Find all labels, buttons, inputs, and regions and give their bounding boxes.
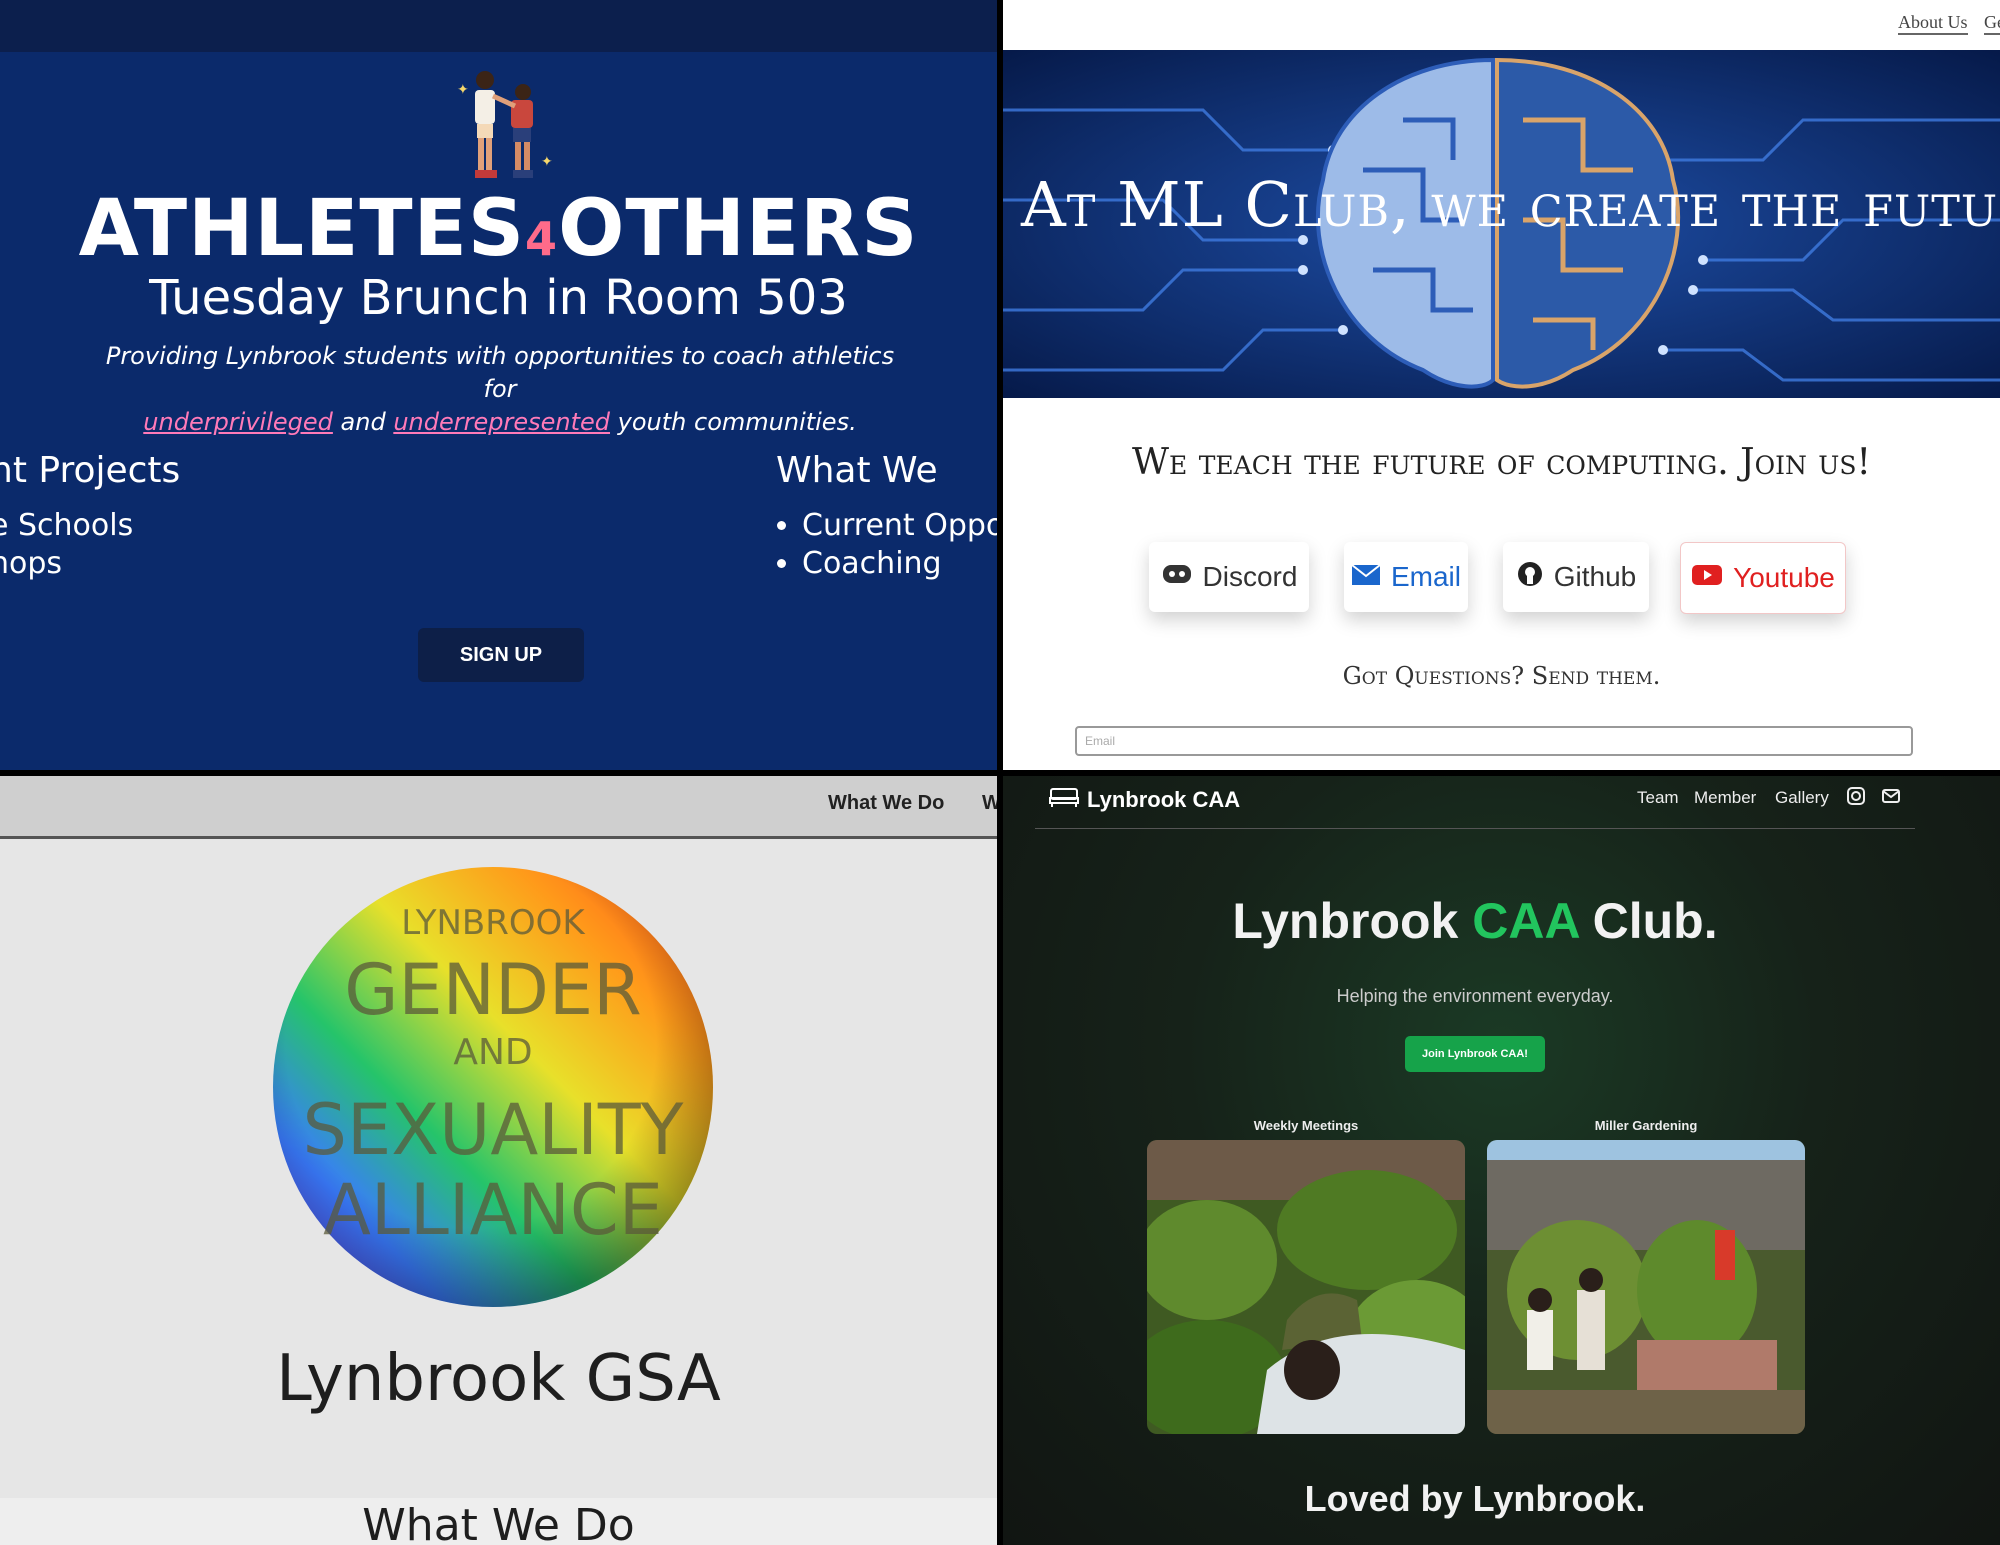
- svg-text:✦: ✦: [457, 81, 469, 97]
- gsa-screenshot: What We Do W LYNBROOK GENDER AND SEXUALI…: [0, 776, 997, 1545]
- logo-lynbrook-text: LYNBROOK: [401, 903, 586, 943]
- athletes4others-screenshot: ✦ ✦ ATHLETES4OTHERS Tuesday Brunch in Ro…: [0, 0, 997, 770]
- ml-club-screenshot: About Us Ge: [1003, 0, 2000, 770]
- email-button[interactable]: Email: [1344, 542, 1468, 612]
- sign-up-button[interactable]: SIGN UP: [418, 628, 584, 682]
- nav-gallery[interactable]: Gallery: [1775, 788, 1829, 808]
- what-we-do-heading: What We Do: [362, 1500, 635, 1545]
- github-button[interactable]: Github: [1503, 542, 1649, 612]
- meeting-subtitle: Tuesday Brunch in Room 503: [149, 270, 848, 326]
- gsa-rainbow-logo: LYNBROOK GENDER AND SEXUALITY ALLIANCE: [273, 867, 713, 1307]
- underrepresented-link[interactable]: underrepresented: [393, 408, 610, 436]
- youtube-button[interactable]: Youtube: [1680, 542, 1846, 614]
- hero-tagline: Helping the environment everyday.: [1336, 986, 1614, 1006]
- nav-link-cut[interactable]: W: [982, 792, 997, 815]
- github-label: Github: [1553, 561, 1637, 592]
- activity-item: Current Oppo: [802, 507, 997, 545]
- mail-icon: [1351, 561, 1381, 593]
- discord-icon: [1161, 561, 1193, 593]
- nav-team[interactable]: Team: [1637, 788, 1679, 808]
- top-bar: [0, 0, 997, 52]
- brand-name: Lynbrook CAA: [1087, 787, 1241, 812]
- nav-member[interactable]: Member: [1694, 788, 1756, 808]
- nav-about-us[interactable]: About Us: [1898, 12, 1968, 35]
- top-nav: What We Do W: [0, 776, 997, 839]
- project-item: hops: [0, 546, 63, 581]
- club-name: Lynbrook GSA: [276, 1342, 721, 1416]
- logo-gender-text: GENDER: [344, 949, 642, 1031]
- svg-text:✦: ✦: [541, 153, 553, 169]
- youtube-label: Youtube: [1733, 562, 1835, 593]
- nav-what-we-do[interactable]: What We Do: [828, 792, 944, 815]
- instagram-icon[interactable]: [1846, 786, 1866, 811]
- caa-screenshot: Lynbrook CAA Team Member Gallery Lynbroo…: [1003, 776, 2000, 1545]
- photo-caption: Weekly Meetings: [1253, 1118, 1359, 1133]
- questions-heading: Got Questions? Send them.: [1342, 662, 1661, 690]
- brand-title: ATHLETES4OTHERS: [78, 184, 919, 274]
- nav-divider: [1035, 828, 1915, 829]
- mission-statement: Providing Lynbrook students with opportu…: [105, 342, 895, 436]
- miller-gardening-photo[interactable]: [1487, 1140, 1805, 1434]
- current-projects-section: nt Projects e Schools hops: [0, 450, 180, 583]
- hero-heading: At ML Club, we create the future.: [1021, 168, 2000, 241]
- what-we-do-section: What We Current Oppo Coaching: [776, 450, 997, 583]
- athletes-mascot-illustration: ✦ ✦: [457, 71, 553, 178]
- github-icon: [1516, 560, 1544, 595]
- teach-tagline: We teach the future of computing. Join u…: [1132, 442, 1871, 483]
- bed-icon: [1049, 786, 1079, 814]
- logo-alliance-text: ALLIANCE: [323, 1169, 663, 1251]
- activity-item: Coaching: [802, 545, 997, 583]
- email-input[interactable]: Email: [1075, 726, 1913, 756]
- current-projects-heading: nt Projects: [0, 450, 181, 491]
- nav-link-cut[interactable]: Ge: [1984, 12, 2000, 35]
- mail-icon[interactable]: [1881, 786, 1901, 811]
- photo-caption: Miller Gardening: [1594, 1118, 1698, 1133]
- loved-heading: Loved by Lynbrook.: [1304, 1478, 1646, 1519]
- email-label: Email: [1390, 561, 1461, 592]
- youtube-icon: [1691, 562, 1723, 594]
- what-we-do-heading: What We: [776, 450, 938, 491]
- discord-button[interactable]: Discord: [1149, 542, 1309, 612]
- hero-title: Lynbrook CAA Club.: [1232, 893, 1718, 949]
- brand-logo[interactable]: Lynbrook CAA: [1049, 786, 1240, 814]
- logo-and-text: AND: [453, 1032, 532, 1073]
- underprivileged-link[interactable]: underprivileged: [143, 408, 333, 436]
- top-nav: About Us Ge: [1003, 0, 2000, 50]
- discord-label: Discord: [1202, 561, 1298, 592]
- weekly-meetings-photo[interactable]: [1147, 1140, 1465, 1434]
- logo-sexuality-text: SEXUALITY: [303, 1089, 684, 1171]
- join-button[interactable]: Join Lynbrook CAA!: [1405, 1036, 1545, 1072]
- project-item: e Schools: [0, 508, 134, 543]
